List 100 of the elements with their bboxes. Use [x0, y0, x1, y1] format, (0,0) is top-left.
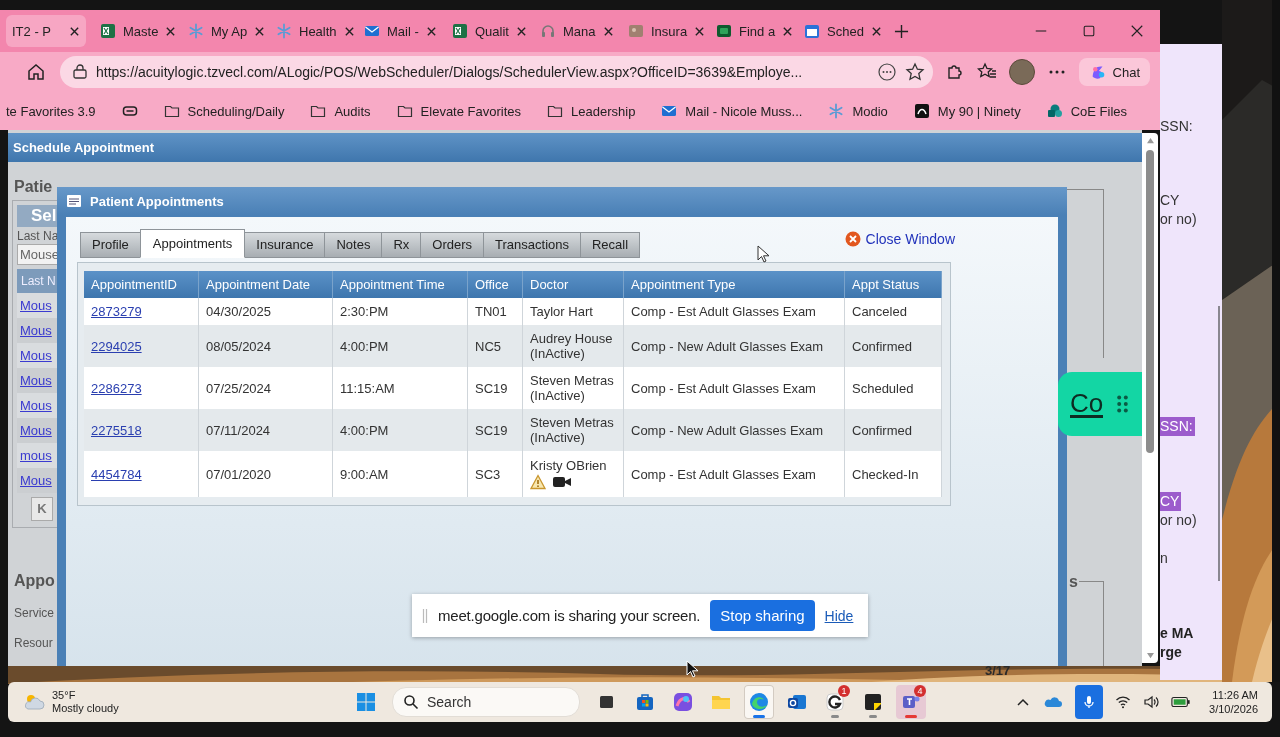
folder-icon	[396, 103, 413, 119]
close-icon[interactable]	[165, 25, 177, 37]
chat-button[interactable]: Chat	[1078, 58, 1150, 86]
bookmark[interactable]: te Favorites 3.9	[6, 103, 96, 119]
panel-text: or no)	[1160, 511, 1198, 530]
floating-widget[interactable]: Co	[1058, 372, 1142, 436]
browser-tab[interactable]: Maste	[94, 15, 174, 47]
star-icon[interactable]	[904, 62, 925, 82]
bookmark[interactable]: Leadership	[547, 103, 636, 119]
search-field[interactable]: Search	[392, 687, 580, 717]
close-icon[interactable]	[694, 25, 706, 37]
address-bar[interactable]: https://acuitylogic.tzvecl.com/ALogic/POS/WebScheduler/Dialogs/SchedulerView.aspx?OfficeID=3639&Employe...	[60, 56, 933, 88]
scroll-thumb[interactable]	[1146, 150, 1154, 453]
running-indicator	[905, 715, 917, 718]
browser-tab[interactable]: Qualit	[446, 15, 526, 47]
stop-sharing-button[interactable]: Stop sharing	[710, 600, 815, 631]
spreadsheet-icon	[100, 23, 116, 39]
table-cell: Comp - Est Adult Glasses Exam	[623, 451, 845, 497]
close-window-link[interactable]: Close Window	[844, 230, 955, 247]
bookmark[interactable]: Modio	[828, 103, 888, 119]
pager-button[interactable]: K	[31, 497, 53, 521]
close-icon[interactable]	[1130, 24, 1144, 38]
microphone-button[interactable]	[1075, 685, 1104, 719]
appointment-link[interactable]: 2286273	[91, 380, 142, 396]
scrollbar[interactable]	[1218, 306, 1220, 581]
cursor-icon	[686, 660, 698, 678]
tab[interactable]: Recall	[580, 232, 641, 258]
table-cell: Checked-In	[844, 451, 942, 497]
close-icon[interactable]	[343, 25, 355, 37]
windows-icon[interactable]	[354, 690, 378, 714]
plus-icon[interactable]	[894, 23, 909, 39]
browser-tab[interactable]: Mana	[534, 15, 614, 47]
tab[interactable]: Profile	[80, 232, 141, 258]
browser-tab[interactable]: Find a	[710, 15, 790, 47]
info-icon	[72, 64, 88, 80]
wifi-icon	[1115, 694, 1132, 710]
folder-icon	[163, 103, 180, 119]
tab[interactable]: Rx	[381, 232, 422, 258]
close-icon[interactable]	[602, 25, 614, 37]
taskbar-button[interactable]: 4	[896, 685, 926, 719]
close-icon[interactable]	[515, 25, 527, 37]
close-icon[interactable]	[425, 25, 437, 37]
clock-date: 3/10/2026	[1209, 702, 1258, 716]
bookmark[interactable]: My 90 | Ninety	[913, 103, 1021, 119]
panel-text: n	[1160, 549, 1169, 568]
window-icon	[66, 193, 82, 209]
app-icon	[671, 690, 695, 714]
mail-icon	[364, 23, 380, 39]
appointment-link[interactable]: 2873279	[91, 304, 142, 319]
close-icon[interactable]	[870, 25, 882, 37]
temperature-text: 35°F	[52, 689, 77, 702]
speaker-icon	[1143, 694, 1160, 710]
browser-tab[interactable]: Sched	[798, 15, 878, 47]
home-icon[interactable]	[26, 62, 46, 82]
panel-text: CY	[1160, 191, 1181, 210]
snowflake-icon	[276, 23, 292, 39]
hide-link[interactable]: Hide	[824, 607, 854, 624]
bookmark[interactable]: Mail - Nicole Muss...	[661, 103, 803, 119]
tab[interactable]: Appointments	[139, 229, 246, 258]
browser-tab[interactable]: IT2 - P	[6, 15, 86, 47]
tab[interactable]: Orders	[420, 232, 485, 258]
bookmark[interactable]	[121, 103, 138, 119]
notification-badge: 4	[914, 685, 926, 697]
maximize-icon[interactable]	[1082, 24, 1096, 38]
tab[interactable]: Notes	[324, 232, 383, 258]
tab[interactable]: Transactions	[483, 232, 581, 258]
close-icon[interactable]	[782, 25, 794, 37]
tab[interactable]: Insurance	[244, 232, 326, 258]
video-camera-icon	[552, 474, 572, 490]
bookmark[interactable]: CoE Files	[1046, 103, 1128, 119]
field-label: Last Na	[17, 229, 59, 243]
bookmark[interactable]: Scheduling/Daily	[163, 103, 285, 119]
browser-tab[interactable]: Health	[270, 15, 350, 47]
dialog-title: Patient Appointments	[90, 193, 224, 209]
browser-tab[interactable]: My Ap	[182, 15, 262, 47]
appointment-link[interactable]: 2275518	[91, 422, 142, 438]
warning-icon	[530, 474, 546, 490]
scrollbar[interactable]	[1142, 133, 1158, 663]
calendar-icon	[804, 23, 820, 39]
cloud-icon	[1043, 694, 1064, 710]
appointment-link[interactable]: 2294025	[91, 338, 142, 354]
taskbar-button[interactable]: 1	[820, 685, 850, 719]
close-icon[interactable]	[254, 25, 266, 37]
more-icon[interactable]	[876, 62, 897, 82]
appointment-link[interactable]: 4454784	[91, 466, 142, 482]
field-label: Service	[13, 606, 55, 620]
section-heading: Patie	[13, 178, 54, 196]
browser-tab[interactable]: Mail -	[358, 15, 438, 47]
folder-icon	[310, 103, 327, 119]
close-icon	[844, 230, 861, 247]
browser-tab[interactable]: Insura	[622, 15, 702, 47]
notification-badge: 1	[838, 685, 850, 697]
bookmark[interactable]: Audits	[310, 103, 371, 119]
panel-text: or no)	[1160, 210, 1198, 229]
panel-text: SSN:	[1160, 417, 1195, 436]
close-icon[interactable]	[69, 25, 80, 37]
panel-text: CY	[1160, 492, 1182, 511]
avatar[interactable]	[1008, 59, 1035, 85]
bookmark[interactable]: Elevate Favorites	[396, 103, 522, 119]
page-title-bar: Schedule Appointment	[8, 133, 1142, 162]
